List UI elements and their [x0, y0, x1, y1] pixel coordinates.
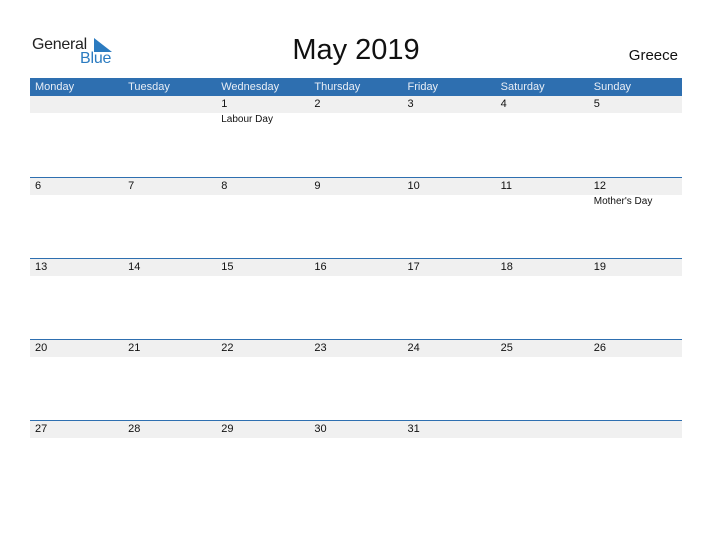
- holiday-label: [123, 113, 216, 126]
- holiday-label: [30, 438, 123, 439]
- weekday-wednesday: Wednesday: [221, 81, 280, 93]
- day-number: 12: [593, 180, 606, 192]
- day-number: 30: [314, 423, 327, 435]
- day-number: 15: [221, 261, 234, 273]
- holiday-label: [403, 438, 496, 439]
- holiday-label: [123, 195, 216, 208]
- weeks-container: 1 2 3 4 5 Labour Day 6 7 8 9 10 11 12 Mother's Day 13 1…: [30, 96, 682, 501]
- weekday-saturday: Saturday: [500, 81, 545, 93]
- day-number: 20: [35, 342, 48, 354]
- holiday-label: [403, 276, 496, 277]
- holiday-label: [123, 276, 216, 277]
- day-number: 8: [221, 180, 228, 192]
- day-number: [589, 421, 682, 438]
- day-number: 31: [407, 423, 420, 435]
- day-number: 14: [128, 261, 141, 273]
- holiday-label: [216, 276, 309, 277]
- holiday-label: [123, 357, 216, 358]
- day-number: 26: [593, 342, 606, 354]
- holiday-label: [589, 357, 682, 358]
- holiday-label: [30, 195, 123, 208]
- holiday-label: [403, 195, 496, 208]
- day-number: [30, 96, 123, 113]
- weekday-friday: Friday: [407, 81, 439, 93]
- day-number: [123, 96, 216, 113]
- weekday-monday: Monday: [35, 81, 75, 93]
- date-strip: 6 7 8 9 10 11 12: [30, 178, 682, 195]
- day-number: 7: [128, 180, 135, 192]
- events-row: [30, 276, 682, 277]
- events-row: [30, 438, 682, 439]
- holiday-label: [30, 113, 123, 126]
- day-number: 28: [128, 423, 141, 435]
- date-strip: 20 21 22 23 24 25 26: [30, 340, 682, 357]
- day-number: [496, 421, 589, 438]
- holiday-label: [216, 195, 309, 208]
- day-number: 5: [593, 98, 600, 110]
- holiday-label: [496, 195, 589, 208]
- holiday-label: [589, 438, 682, 439]
- day-number: 13: [35, 261, 48, 273]
- week-row: 6 7 8 9 10 11 12 Mother's Day: [30, 177, 682, 258]
- holiday-label: Labour Day: [221, 114, 273, 125]
- weekday-header: Monday Tuesday Wednesday Thursday Friday Satu…: [30, 78, 682, 96]
- date-strip: 1 2 3 4 5: [30, 96, 682, 113]
- day-number: 18: [500, 261, 513, 273]
- holiday-label: [309, 438, 402, 439]
- calendar-title: May 2019: [292, 34, 420, 66]
- day-number: 16: [314, 261, 327, 273]
- weekday-sunday: Sunday: [593, 81, 632, 93]
- holiday-label: [30, 357, 123, 358]
- day-number: 6: [35, 180, 42, 192]
- day-number: 25: [500, 342, 513, 354]
- holiday-label: [216, 357, 309, 358]
- day-number: 21: [128, 342, 141, 354]
- country-label: Greece: [628, 47, 678, 64]
- events-row: Mother's Day: [30, 195, 682, 208]
- holiday-label: [496, 113, 589, 126]
- holiday-label: [403, 357, 496, 358]
- week-row: 13 14 15 16 17 18 19: [30, 258, 682, 339]
- events-row: Labour Day: [30, 113, 682, 126]
- week-row: 27 28 29 30 31: [30, 420, 682, 501]
- holiday-label: [496, 438, 589, 439]
- events-row: [30, 357, 682, 358]
- day-number: 23: [314, 342, 327, 354]
- day-number: 2: [314, 98, 321, 110]
- holiday-label: [216, 438, 309, 439]
- holiday-label: [496, 276, 589, 277]
- week-row: 1 2 3 4 5 Labour Day: [30, 96, 682, 177]
- holiday-label: [309, 195, 402, 208]
- day-number: 9: [314, 180, 321, 192]
- holiday-label: Mother's Day: [593, 196, 653, 207]
- week-row: 20 21 22 23 24 25 26: [30, 339, 682, 420]
- holiday-label: [403, 113, 496, 126]
- day-number: 10: [407, 180, 420, 192]
- day-number: 4: [500, 98, 507, 110]
- holiday-label: [589, 276, 682, 277]
- weekday-tuesday: Tuesday: [128, 81, 170, 93]
- day-number: 3: [407, 98, 414, 110]
- day-number: 19: [593, 261, 606, 273]
- holiday-label: [309, 357, 402, 358]
- calendar-grid: Monday Tuesday Wednesday Thursday Friday Satu…: [30, 78, 682, 501]
- weekday-thursday: Thursday: [314, 81, 361, 93]
- day-number: 11: [500, 180, 513, 192]
- date-strip: 27 28 29 30 31: [30, 421, 682, 438]
- holiday-label: [496, 357, 589, 358]
- day-number: 1: [221, 98, 228, 110]
- day-number: 29: [221, 423, 234, 435]
- day-number: 27: [35, 423, 48, 435]
- day-number: 17: [407, 261, 420, 273]
- holiday-label: [309, 113, 402, 126]
- date-strip: 13 14 15 16 17 18 19: [30, 259, 682, 276]
- holiday-label: [123, 438, 216, 439]
- day-number: 22: [221, 342, 234, 354]
- day-number: 24: [407, 342, 420, 354]
- holiday-label: [589, 113, 682, 126]
- holiday-label: [309, 276, 402, 277]
- holiday-label: [30, 276, 123, 277]
